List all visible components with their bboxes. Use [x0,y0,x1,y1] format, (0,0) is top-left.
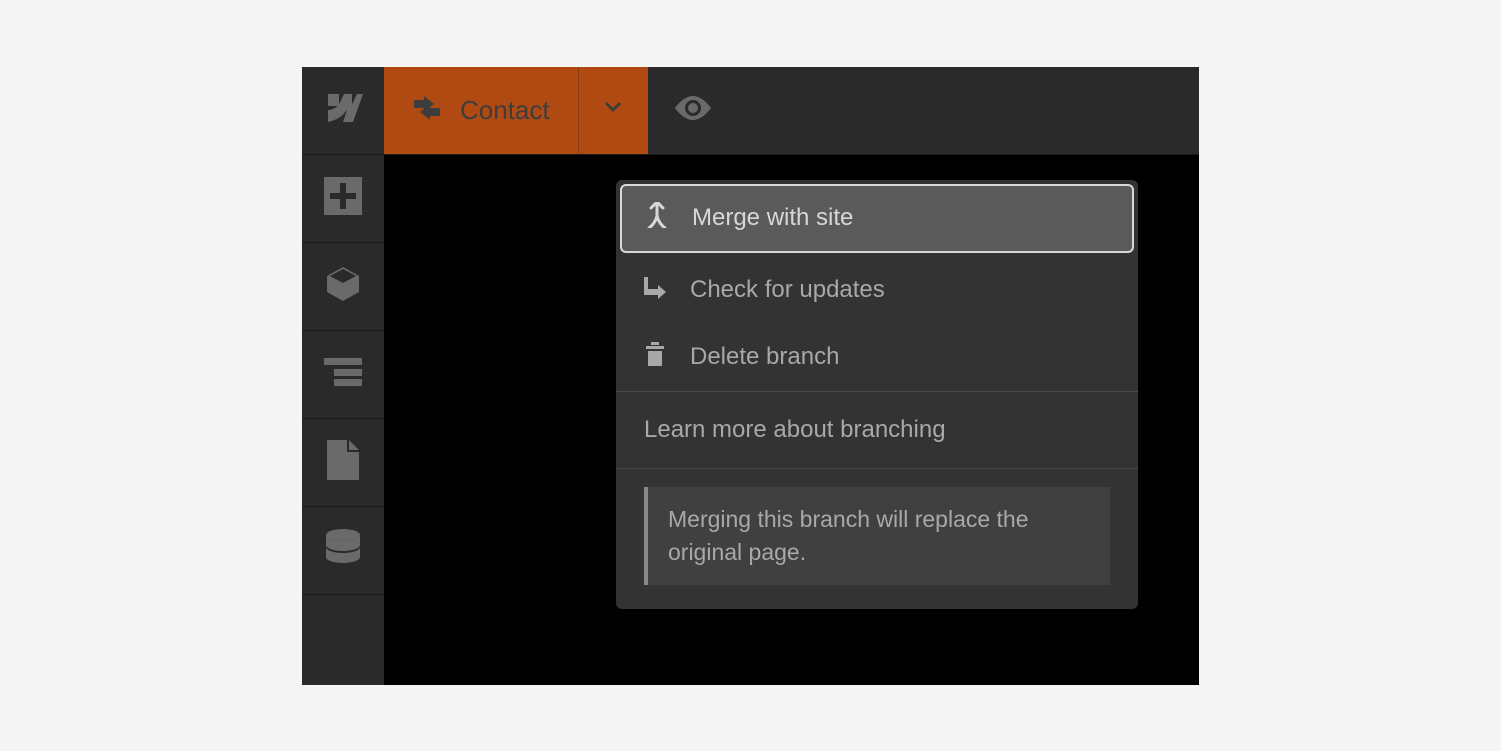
update-icon [644,275,666,306]
plus-icon [324,177,362,220]
branch-dropdown-toggle[interactable] [578,67,648,154]
add-element-button[interactable] [302,155,384,243]
trash-icon [644,342,666,373]
branch-dropdown-menu: Merge with site Check for updates Delete… [616,180,1138,610]
navigator-icon [324,358,362,391]
logo-button[interactable] [302,67,384,155]
page-icon [327,440,359,485]
merge-label: Merge with site [692,204,853,232]
app-window: Contact Merge with site Check for update… [302,67,1199,685]
check-updates-label: Check for updates [690,276,885,304]
components-button[interactable] [302,243,384,331]
preview-button[interactable] [648,67,738,154]
merge-with-site-item[interactable]: Merge with site [620,184,1134,253]
top-bar: Contact [384,67,1199,155]
check-updates-item[interactable]: Check for updates [616,257,1138,324]
branch-icon [412,96,442,125]
learn-more-link[interactable]: Learn more about branching [616,391,1138,468]
left-sidebar [302,67,384,685]
delete-branch-label: Delete branch [690,343,839,371]
branch-tab[interactable]: Contact [384,67,578,154]
navigator-button[interactable] [302,331,384,419]
webflow-logo-icon [323,94,363,127]
delete-branch-item[interactable]: Delete branch [616,324,1138,391]
merge-note: Merging this branch will replace the ori… [644,487,1110,586]
chevron-down-icon [603,101,623,119]
cms-button[interactable] [302,507,384,595]
eye-icon [675,96,711,125]
branch-label: Contact [460,95,550,126]
pages-button[interactable] [302,419,384,507]
merge-icon [646,202,668,235]
database-icon [326,529,360,572]
divider: Merging this branch will replace the ori… [616,468,1138,610]
cube-icon [324,265,362,308]
